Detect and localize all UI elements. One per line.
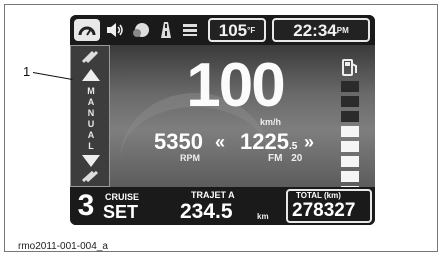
figure-frame: 105°F 22:34PM MANUAL 100 km/h 5350 RPM «… — [4, 4, 438, 252]
manual-shift-indicator: MANUAL — [70, 45, 110, 187]
manual-letter: U — [87, 119, 95, 129]
info-bar: 3 CRUISE SET TRAJET A 234.5 km TOTAL (km… — [70, 187, 375, 225]
odometer-total: TOTAL (km) 278327 — [286, 189, 372, 223]
speed-value: 100 — [186, 51, 285, 120]
manual-letter: L — [88, 141, 94, 151]
fuel-bars — [336, 81, 364, 197]
radio-frequency-decimal: 5 — [291, 141, 298, 152]
seek-forward-icon: » — [304, 132, 315, 152]
heated-grip-icon — [130, 19, 152, 41]
total-value: 278327 — [292, 200, 356, 221]
fuel-bar — [341, 141, 359, 152]
radio-band: FM 20 — [268, 153, 302, 164]
manual-letter: M — [87, 86, 95, 96]
seek-back-icon: « — [215, 132, 226, 152]
clock-readout: 22:34PM — [272, 18, 370, 42]
callout-number: 1 — [23, 64, 31, 79]
fuel-bar — [341, 156, 359, 167]
speed-unit: km/h — [260, 117, 282, 127]
manual-letter: N — [87, 108, 95, 118]
fuel-bar — [341, 96, 359, 107]
callout-pointer — [32, 72, 73, 80]
menu-icon — [180, 19, 200, 41]
radio-preset: 20 — [291, 153, 303, 164]
trip-label: TRAJET A — [191, 190, 235, 200]
fuel-gauge — [336, 57, 364, 201]
clock-time: 22:34 — [293, 21, 337, 40]
status-bar: 105°F 22:34PM — [70, 15, 375, 45]
cluster-display: 105°F 22:34PM MANUAL 100 km/h 5350 RPM «… — [70, 15, 375, 225]
road-icon — [156, 19, 176, 41]
gear-number: 3 — [77, 189, 95, 222]
fuel-pump-icon — [342, 59, 357, 76]
manual-letter: A — [87, 130, 95, 140]
rpm-label: RPM — [180, 153, 200, 163]
radio-frequency-value: 1225 — [240, 129, 289, 154]
rpm-value: 5350 — [154, 129, 203, 154]
paddle-up-icon — [81, 50, 99, 64]
figure-caption: rmo2011-001-004_a — [18, 241, 108, 252]
trip-unit: km — [257, 212, 269, 221]
manual-label: MANUAL — [71, 86, 111, 152]
temperature-readout: 105°F — [208, 18, 266, 42]
shift-down-arrow-icon — [82, 155, 100, 167]
fuel-bar — [341, 111, 359, 122]
total-label: TOTAL (km) — [296, 191, 341, 200]
shift-up-arrow-icon — [82, 69, 100, 81]
temperature-unit: °F — [247, 26, 256, 35]
speaker-icon — [104, 19, 126, 41]
fuel-bar — [341, 81, 359, 92]
radio-band-name: FM — [268, 153, 283, 164]
paddle-down-icon — [81, 171, 99, 183]
cruise-status: SET — [103, 202, 139, 222]
temperature-value: 105 — [218, 21, 248, 40]
manual-letter: A — [87, 97, 95, 107]
fuel-bar — [341, 126, 359, 137]
clock-suffix: PM — [336, 26, 349, 35]
main-gauge-area: MANUAL 100 km/h 5350 RPM « 1225.5 » FM 2… — [70, 45, 375, 197]
cruise-label: CRUISE — [105, 192, 140, 202]
gauge-icon — [74, 19, 100, 41]
trip-value: 234.5 — [180, 200, 233, 223]
fuel-bar — [341, 171, 359, 182]
